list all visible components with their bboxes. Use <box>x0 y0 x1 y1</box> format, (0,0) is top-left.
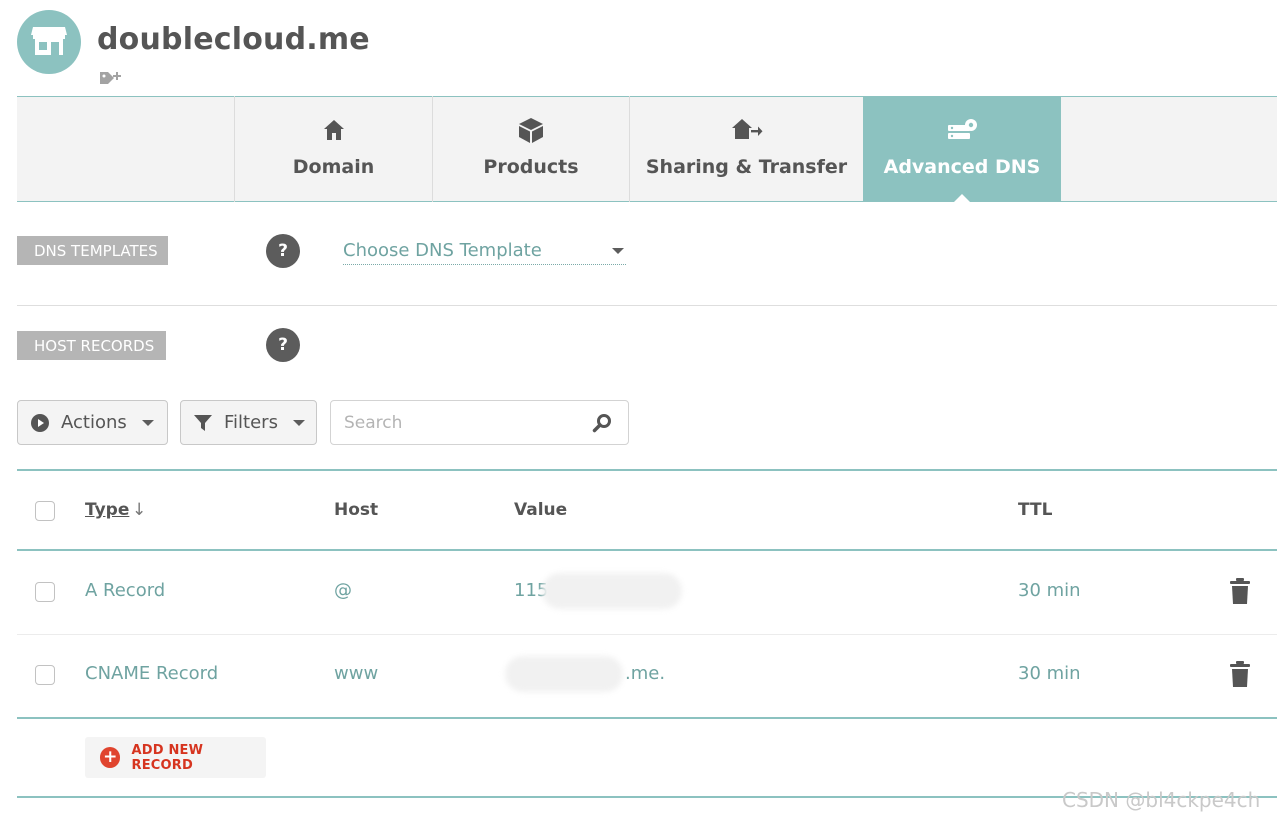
record-host[interactable]: www <box>334 663 378 684</box>
filters-label: Filters <box>224 412 278 433</box>
host-records-text: HOST RECORDS <box>17 331 166 360</box>
domain-title: doublecloud.me <box>97 22 370 57</box>
dns-templates-text: DNS TEMPLATES <box>17 236 168 265</box>
dns-template-select[interactable]: Choose DNS Template <box>343 237 626 265</box>
record-type[interactable]: CNAME Record <box>85 663 218 684</box>
add-new-record-button[interactable]: + ADD NEW RECORD <box>85 737 266 778</box>
table-bottom-border <box>17 717 1277 719</box>
table-row: CNAME Record www .me. 30 min <box>17 635 1277 717</box>
box-icon <box>517 116 545 144</box>
table-top-border <box>17 469 1277 471</box>
dns-template-select-value: Choose DNS Template <box>343 240 542 261</box>
actions-label: Actions <box>61 412 127 433</box>
record-ttl[interactable]: 30 min <box>1018 663 1081 684</box>
tab-domain-label: Domain <box>292 156 375 178</box>
tab-sharing-transfer[interactable]: Sharing & Transfer <box>629 96 863 202</box>
filters-button[interactable]: Filters <box>180 400 317 445</box>
host-records-help-icon[interactable]: ? <box>266 328 300 362</box>
tab-advanced-dns-label: Advanced DNS <box>883 156 1041 178</box>
storefront-icon <box>29 23 69 61</box>
ttl-column-header: TTL <box>1018 500 1053 520</box>
tab-domain[interactable]: Domain <box>234 96 432 202</box>
host-records-label: HOST RECORDS <box>17 331 166 360</box>
table-row: A Record @ 115 30 min <box>17 551 1277 634</box>
record-host[interactable]: @ <box>334 580 352 601</box>
search-field[interactable] <box>330 400 629 445</box>
row-checkbox[interactable] <box>35 582 55 602</box>
record-type[interactable]: A Record <box>85 580 165 601</box>
record-value[interactable]: .me. <box>625 663 665 684</box>
tab-advanced-dns[interactable]: Advanced DNS <box>863 96 1061 202</box>
watermark: CSDN @bl4ckpe4ch <box>1062 788 1261 812</box>
host-column-header: Host <box>334 500 379 520</box>
add-new-record-label: ADD NEW RECORD <box>131 742 204 773</box>
type-column-header[interactable]: Type <box>85 500 129 520</box>
trash-icon[interactable] <box>1229 660 1251 692</box>
row-checkbox[interactable] <box>35 665 55 685</box>
dns-templates-label: DNS TEMPLATES <box>17 236 168 265</box>
dns-templates-help-icon[interactable]: ? <box>266 234 300 268</box>
domain-logo <box>17 10 81 74</box>
house-transfer-icon <box>731 116 763 144</box>
active-tab-pointer <box>953 194 971 203</box>
chevron-down-icon <box>141 419 154 426</box>
actions-button[interactable]: Actions <box>17 400 168 445</box>
tab-products-label: Products <box>483 156 579 178</box>
house-icon <box>322 116 346 144</box>
tag-add-icon[interactable] <box>99 69 123 87</box>
select-all-checkbox[interactable] <box>35 501 55 521</box>
redacted-value <box>542 573 682 609</box>
search-icon[interactable] <box>592 413 612 433</box>
tab-sharing-transfer-label: Sharing & Transfer <box>645 156 848 178</box>
chevron-down-icon <box>612 247 624 254</box>
tab-products[interactable]: Products <box>432 96 629 202</box>
server-settings-icon <box>946 116 978 144</box>
chevron-down-icon <box>292 419 305 426</box>
sort-arrow-icon: ↓ <box>132 500 147 520</box>
play-circle-icon <box>30 413 50 433</box>
type-column-label: Type <box>85 500 130 520</box>
section-divider <box>17 305 1277 306</box>
value-column-header: Value <box>514 500 568 520</box>
search-input[interactable] <box>342 411 566 434</box>
redacted-value <box>505 656 623 692</box>
record-ttl[interactable]: 30 min <box>1018 580 1081 601</box>
plus-circle-icon: + <box>100 747 121 768</box>
funnel-icon <box>193 413 213 433</box>
trash-icon[interactable] <box>1229 577 1251 609</box>
